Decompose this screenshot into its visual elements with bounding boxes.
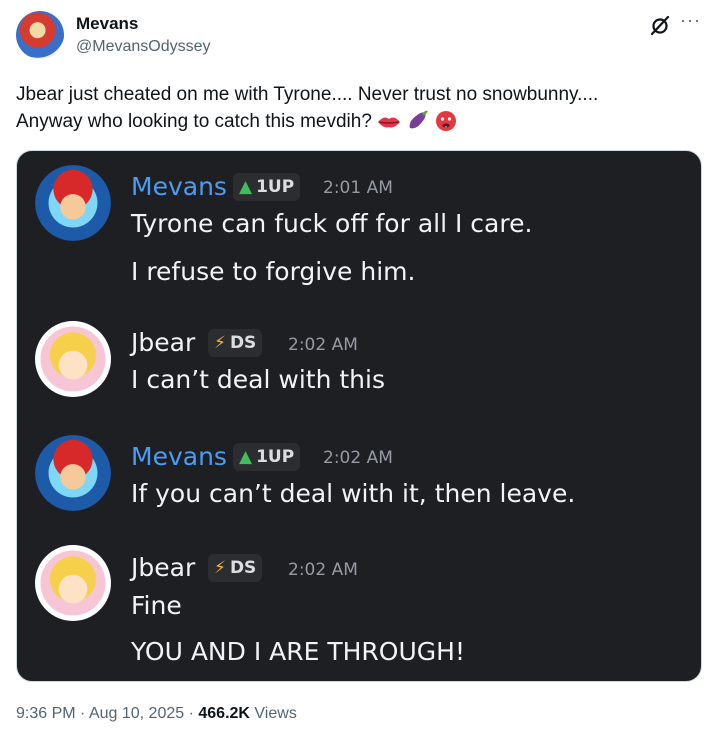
tweet-text-line-1: Jbear just cheated on me with Tyrone....… [16,84,599,105]
tweet-text: Jbear just cheated on me with Tyrone....… [16,82,696,135]
mushroom-icon: ▲ [239,446,253,467]
tweet-date[interactable]: Aug 10, 2025 [89,705,184,722]
jbear-chat-avatar [35,321,111,397]
message-timestamp: 2:02 AM [288,335,358,355]
message-text: YOU AND I ARE THROUGH! [131,637,465,666]
message-timestamp: 2:02 AM [288,560,358,580]
tweet-text-line-2: Anyway who looking to catch this mevdih? [16,108,696,135]
hot-face-emoji [435,111,456,131]
message-timestamp: 2:01 AM [323,178,393,198]
message-badge: ⚡ DS [208,554,263,582]
eggplant-emoji [409,110,428,129]
tweet-text-line-2-text: Anyway who looking to catch this mevdih? [16,111,372,132]
mushroom-icon: ▲ [239,176,253,197]
message-text: Fine [131,591,182,620]
message-text: I refuse to forgive him. [131,257,416,286]
message-badge-text: DS [229,333,257,353]
lightning-icon: ⚡ [214,332,226,353]
mevans-chat-avatar [35,165,111,241]
grok-icon[interactable] [649,14,671,36]
message-author-name: Jbear [131,328,196,357]
lips-emoji [377,117,400,128]
message-badge-text: DS [229,558,257,578]
message-text: I can’t deal with this [131,365,385,394]
tweet-time[interactable]: 9:36 PM [16,705,76,722]
author-display-name[interactable]: Mevans [76,14,138,34]
more-options-icon[interactable]: ··· [680,10,701,31]
message-text: Tyrone can fuck off for all I care. [131,209,533,238]
views-label: Views [254,705,297,722]
author-handle[interactable]: @MevansOdyssey [76,38,211,56]
lightning-icon: ⚡ [214,557,226,578]
mevans-chat-avatar [35,435,111,511]
views-count[interactable]: 466.2K [198,705,250,722]
message-author-name: Mevans [131,172,227,201]
message-badge-text: 1UP [256,177,295,197]
separator: · [188,705,194,722]
message-badge: ⚡ DS [208,329,263,357]
message-timestamp: 2:02 AM [323,448,393,468]
jbear-chat-avatar [35,545,111,621]
chat-screenshot-image[interactable]: Mevans ▲ 1UP 2:01 AM Tyrone can fuck off… [16,150,702,682]
message-author-name: Jbear [131,553,196,582]
message-text: If you can’t deal with it, then leave. [131,479,576,508]
message-author-name: Mevans [131,442,227,471]
separator: · [80,705,86,722]
message-badge: ▲ 1UP [233,173,301,201]
message-badge: ▲ 1UP [233,443,301,471]
message-badge-text: 1UP [256,447,295,467]
tweet-metadata: 9:36 PM · Aug 10, 2025 · 466.2K Views [16,705,297,723]
author-avatar[interactable] [16,11,64,59]
